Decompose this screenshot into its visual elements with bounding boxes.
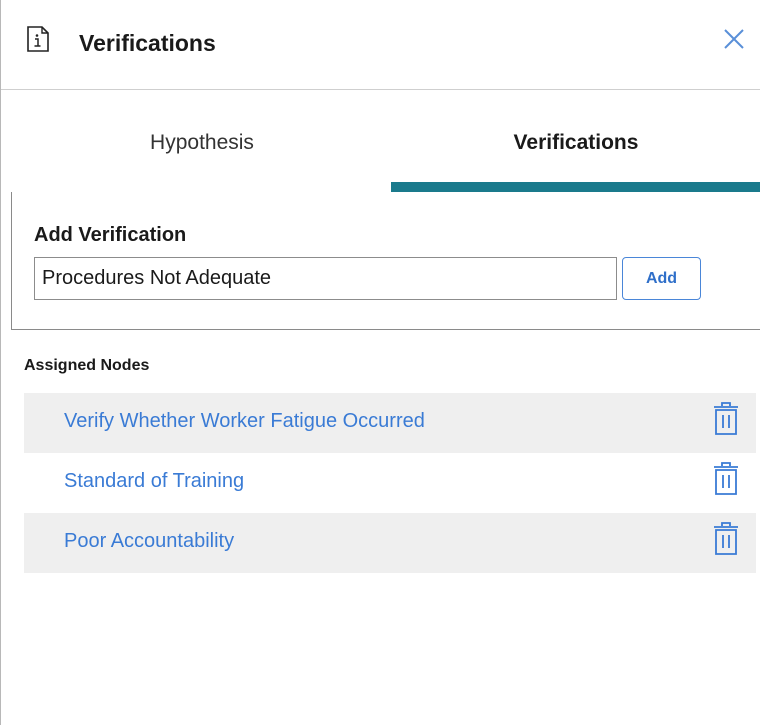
info-document-icon xyxy=(27,26,49,52)
add-verification-label: Add Verification xyxy=(34,224,187,246)
add-button[interactable]: Add xyxy=(622,257,701,300)
assigned-nodes-title: Assigned Nodes xyxy=(24,357,150,374)
list-item: Poor Accountability xyxy=(24,513,756,573)
add-verification-section: Add Verification Add xyxy=(11,192,760,330)
trash-icon[interactable] xyxy=(711,521,741,557)
verifications-panel: Verifications Hypothesis Verifications A… xyxy=(0,0,760,725)
assigned-nodes-list: Verify Whether Worker Fatigue Occurred S… xyxy=(24,393,756,573)
tab-verifications[interactable]: Verifications xyxy=(391,91,760,192)
trash-icon[interactable] xyxy=(711,461,741,497)
tab-bar: Hypothesis Verifications xyxy=(1,91,760,192)
node-link[interactable]: Verify Whether Worker Fatigue Occurred xyxy=(64,410,425,433)
list-item: Verify Whether Worker Fatigue Occurred xyxy=(24,393,756,453)
verification-input[interactable] xyxy=(34,257,617,300)
active-tab-indicator xyxy=(391,182,760,192)
list-item: Standard of Training xyxy=(24,453,756,513)
panel-header: Verifications xyxy=(1,0,760,90)
tab-verifications-label: Verifications xyxy=(513,131,639,154)
tab-hypothesis-label: Hypothesis xyxy=(150,131,254,154)
tab-hypothesis[interactable]: Hypothesis xyxy=(13,91,391,192)
node-link[interactable]: Poor Accountability xyxy=(64,530,234,553)
trash-icon[interactable] xyxy=(711,401,741,437)
panel-title: Verifications xyxy=(79,30,216,56)
close-icon[interactable] xyxy=(721,26,747,52)
node-link[interactable]: Standard of Training xyxy=(64,470,244,493)
